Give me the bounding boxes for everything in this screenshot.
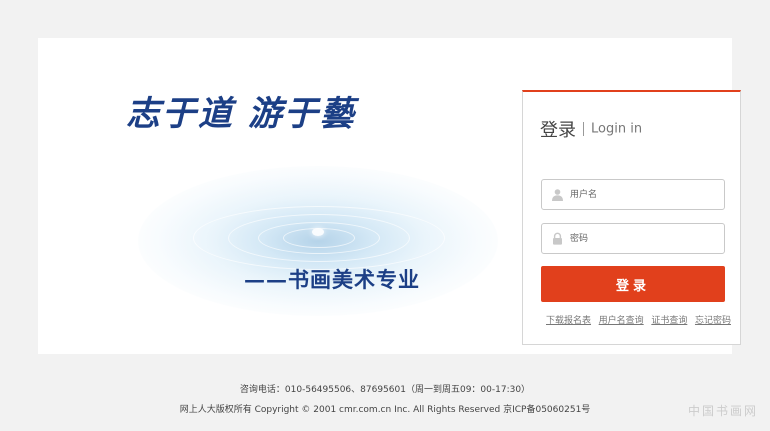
certificate-lookup-link[interactable]: 证书查询: [651, 313, 687, 326]
title-divider: [583, 122, 584, 136]
login-subtitle: Login in: [591, 121, 643, 137]
site-watermark: 中国书画网: [687, 404, 758, 418]
water-drop: [312, 228, 324, 236]
footer-copyright: 网上人大版权所有 Copyright © 2001 cmr.com.cn Inc…: [179, 405, 591, 415]
download-form-link[interactable]: 下载报名表: [546, 313, 591, 326]
login-header: 登录 Login in: [540, 116, 642, 142]
forgot-password-link[interactable]: 忘记密码: [695, 313, 731, 326]
content-panel: 志于道 游于藝 ——书画美术专业 登录 Login in 登录 下载报名表 用户名…: [38, 38, 741, 354]
username-input[interactable]: [570, 186, 718, 204]
login-form: 登录 Login in 登录 下载报名表 用户名查询 证书查询 忘记密码: [522, 90, 741, 345]
footer-contact: 咨询电话：010-56495506、87695601（周一到周五09：00-17…: [239, 385, 531, 395]
hero-banner: [93, 128, 513, 328]
password-input[interactable]: [570, 230, 718, 248]
username-field[interactable]: [541, 179, 725, 210]
login-links: 下载报名表 用户名查询 证书查询 忘记密码: [546, 313, 731, 326]
user-icon: [552, 189, 563, 201]
login-title: 登录: [540, 120, 576, 141]
login-button[interactable]: 登录: [541, 266, 725, 302]
password-field[interactable]: [541, 223, 725, 254]
hero-subtitle: ——书画美术专业: [244, 267, 420, 292]
hero-slogan: 志于道 游于藝: [126, 94, 356, 134]
username-lookup-link[interactable]: 用户名查询: [599, 313, 644, 326]
lock-icon: [553, 232, 562, 245]
